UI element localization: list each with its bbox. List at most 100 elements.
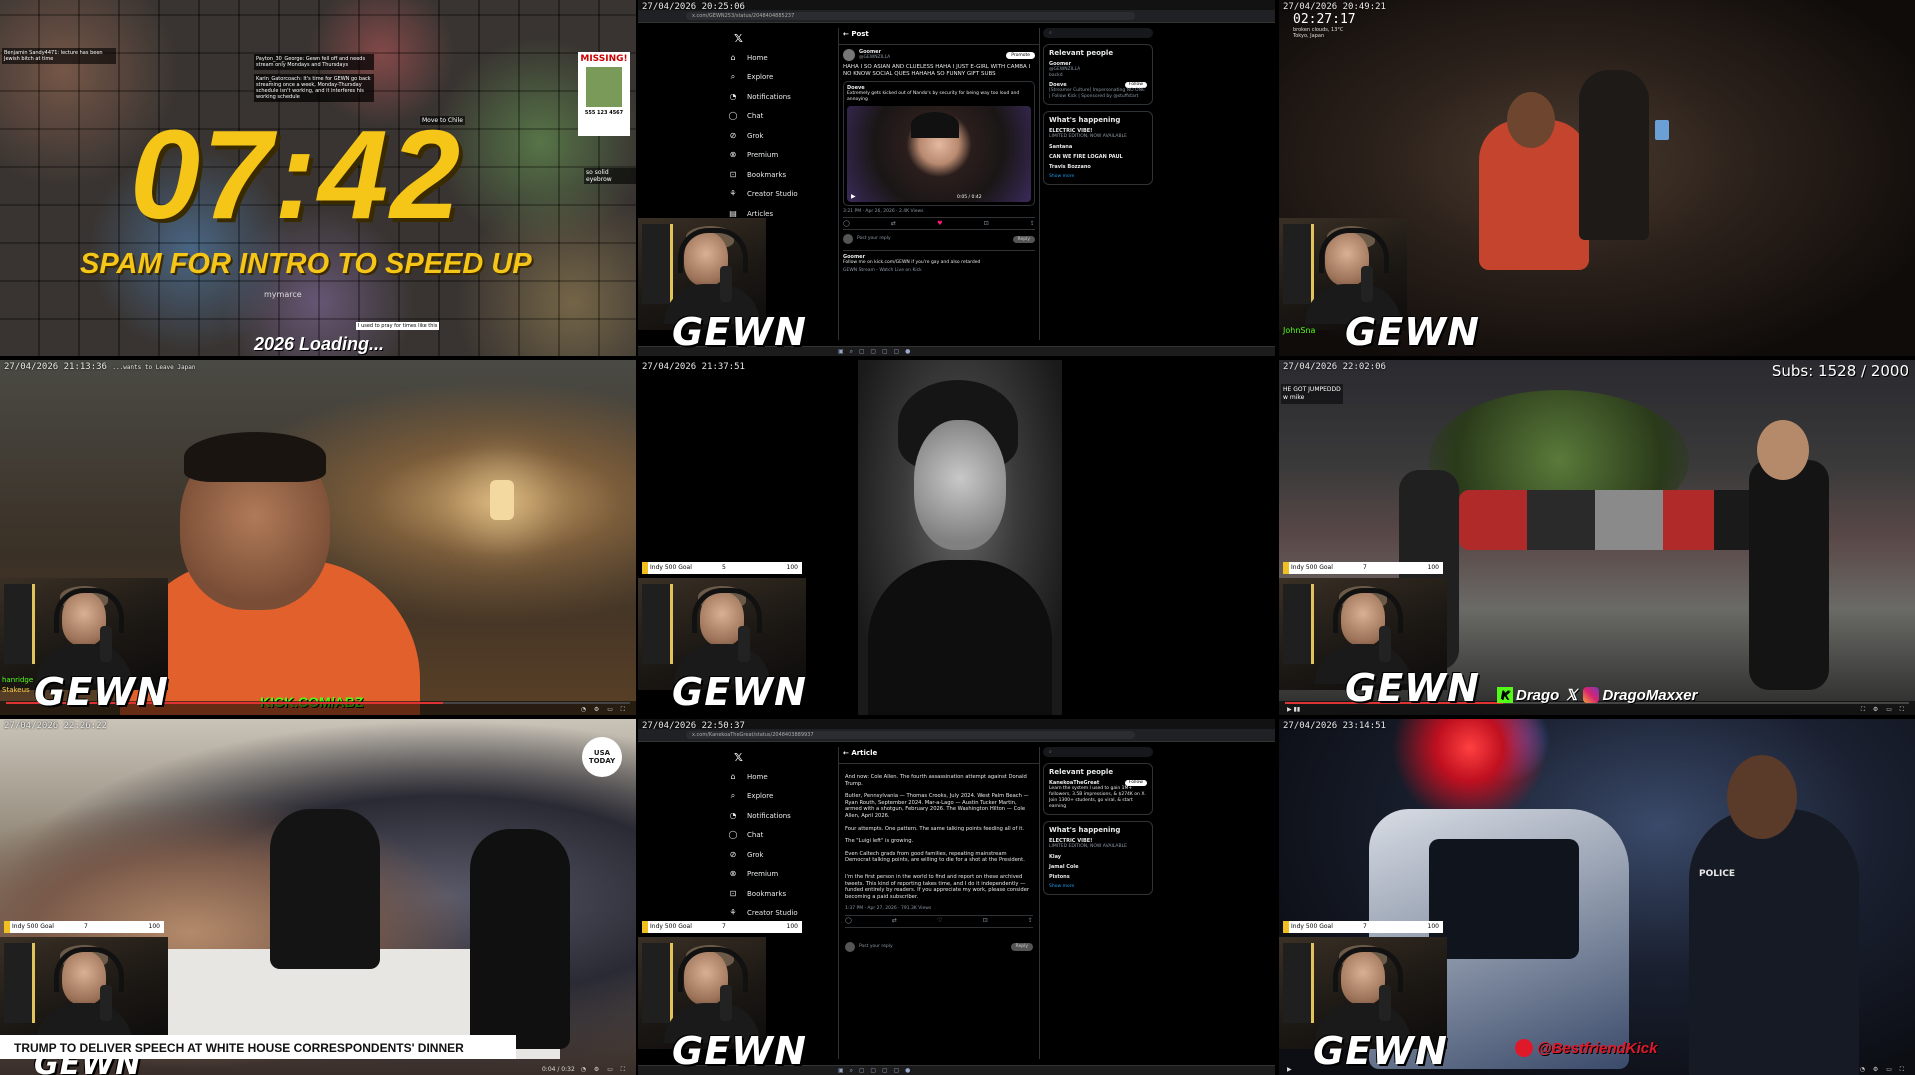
bookmark-icon: ⊡ [729, 888, 737, 898]
missing-poster: MISSING! 555 123 4567 [578, 52, 630, 136]
like-icon[interactable]: ♥ [937, 220, 942, 227]
tile-x-post: 27/04/2026 20:25:06 x.com/GEWN253/status… [638, 0, 1275, 356]
local-time: 02:27:17 [1293, 12, 1356, 27]
x-icon: 𝕏 [1565, 687, 1578, 704]
player-control-icons[interactable]: 0:04 / 0:32 ◔ ⚙ ▭ ⛶ [542, 1066, 628, 1074]
bookmark-icon[interactable]: ⊡ [983, 918, 988, 925]
search-input[interactable]: ⌕ [1043, 747, 1153, 757]
nav-item-home[interactable]: ⌂ Home [728, 48, 818, 68]
nav-item-explore[interactable]: ⌕ Explore [728, 68, 818, 88]
article-paragraph: The "Luigi left" is growing. [845, 838, 914, 845]
video-player[interactable]: ▶ 0:05 / 0:42 [847, 106, 1031, 202]
timestamp: 27/04/2026 22:50:37 [642, 721, 745, 731]
nav-item-explore[interactable]: ⌕ Explore [728, 787, 818, 807]
panel-heading: Relevant people [1049, 49, 1114, 57]
goal-max: 100 [786, 564, 798, 571]
show-more-link[interactable]: Show more [1049, 884, 1147, 890]
nav-item-chat[interactable]: ◯ Chat [728, 107, 818, 127]
player-control-icons[interactable]: ◔ ⚙ ▭ ⛶ [1860, 1066, 1907, 1074]
post-meta: 3:21 PM · Apr 26, 2026 · 2.4K Views [843, 209, 924, 214]
whats-happening-panel: What's happening ELECTRIC VIBE! LIMITED … [1043, 821, 1153, 895]
avatar[interactable] [843, 49, 855, 61]
quoted-post[interactable]: Doeve Extremely gets kicked out of Nando… [843, 81, 1035, 206]
chat-message: Payton_30_George: Gewn fell off and need… [254, 54, 374, 70]
tile-x-article: 27/04/2026 22:50:37 x.com/KanekoaTheGrea… [638, 719, 1275, 1075]
kick-handle: Drago [1516, 686, 1560, 704]
like-icon[interactable]: ♡ [937, 918, 942, 925]
collage-tag: mymarce [264, 290, 302, 299]
nav-item-premium[interactable]: ⊗ Premium [728, 146, 818, 166]
goal-label: Indy 500 Goal [1291, 923, 1333, 930]
search-input[interactable]: ⌕ [1043, 28, 1153, 38]
goal-max: 100 [1427, 923, 1439, 930]
play-icon[interactable]: ▶ [1287, 1066, 1292, 1073]
trend-item[interactable]: CAN WE FIRE LOGAN PAUL [1049, 154, 1147, 160]
share-icon[interactable]: ⇪ [1030, 220, 1035, 227]
nav-item-grok[interactable]: ⊘ Grok [728, 126, 818, 146]
trend-item[interactable]: Santana [1049, 144, 1147, 150]
bell-icon: ◔ [729, 91, 737, 101]
trend-item[interactable]: Jamal Cole [1049, 864, 1147, 870]
timestamp: 27/04/2026 23:14:51 [1283, 721, 1386, 731]
trend-item[interactable]: Travis Bozzano [1049, 164, 1147, 170]
reply-icon[interactable]: ◯ [845, 918, 852, 925]
subscribe-button[interactable]: Promote [1006, 51, 1035, 59]
player-control-icons[interactable]: ◔ ⚙ ▭ ⛶ [581, 706, 628, 714]
reply-composer: Post your reply Reply [845, 941, 1033, 952]
nav-item-notifications[interactable]: ◔ Notifications [728, 806, 818, 826]
nav-item-chat[interactable]: ◯ Chat [728, 826, 818, 846]
goal-label: Indy 500 Goal [1291, 564, 1333, 571]
reply-post[interactable]: Goomer Follow me on kick.com/GEWN if you… [843, 250, 1035, 274]
reply-input[interactable]: Post your reply [859, 944, 1011, 950]
nav-item-grok[interactable]: ⊘ Grok [728, 845, 818, 865]
person-right-head [1757, 420, 1809, 480]
goal-max: 100 [786, 923, 798, 930]
nav-item-home[interactable]: ⌂ Home [728, 767, 818, 787]
nav-item-creator-studio[interactable]: ⚘ Creator Studio [728, 185, 818, 205]
play-pause-icon[interactable]: ▶ ▮▮ [1287, 706, 1300, 713]
play-icon[interactable]: ▶ [851, 193, 856, 200]
reply-button[interactable]: Reply [1010, 942, 1033, 952]
post-column: ← Post Goomer @GEWNZILLA Promote HAHA I … [838, 28, 1040, 340]
url-field[interactable]: x.com/KanekoaTheGreat/status/20484038899… [686, 731, 1135, 739]
trend-item[interactable]: Klay [1049, 854, 1147, 860]
instagram-icon [1583, 687, 1600, 703]
url-field[interactable]: x.com/GEWN253/status/2048404885237 [686, 12, 1135, 20]
trend-item[interactable]: Pistons [1049, 874, 1147, 880]
reply-input[interactable]: Post your reply [857, 236, 1013, 242]
share-icon[interactable]: ⇪ [1028, 918, 1033, 925]
x-premium-icon: ⊗ [729, 150, 737, 160]
quote-text: Extremely gets kicked out of Nando's by … [847, 91, 1020, 102]
nav-item-bookmarks[interactable]: ⊡ Bookmarks [728, 165, 818, 185]
portrait-shirt [868, 560, 1052, 715]
collage-tag: I used to pray for times like this [356, 322, 440, 330]
post-actions: ◯ ⇄ ♡ ⊡ ⇪ [845, 915, 1033, 928]
back-arrow-icon[interactable]: ← [843, 30, 849, 38]
officer [1689, 809, 1859, 1075]
nav-item-premium[interactable]: ⊗ Premium [728, 865, 818, 885]
taskbar-icons[interactable]: ▣ ⌕ ▢ ▢ ▢ ▢ ● [838, 1067, 912, 1075]
reply-icon[interactable]: ◯ [843, 220, 850, 227]
social-handle-text: @BestfriendKick [1537, 1039, 1658, 1057]
nav-item-bookmarks[interactable]: ⊡ Bookmarks [728, 884, 818, 904]
goal-max: 100 [1427, 564, 1439, 571]
right-sidebar: ⌕ Relevant people KanekoaTheGreat Follow… [1043, 747, 1153, 901]
car-window [1429, 839, 1579, 959]
bookmark-icon[interactable]: ⊡ [984, 220, 989, 227]
repost-icon[interactable]: ⇄ [891, 220, 896, 227]
nav-item-notifications[interactable]: ◔ Notifications [728, 87, 818, 107]
taskbar-icons[interactable]: ▣ ⌕ ▢ ▢ ▢ ▢ ● [838, 348, 912, 356]
show-more-link[interactable]: Show more [1049, 174, 1147, 180]
goal-fill [642, 562, 648, 574]
panel-heading: What's happening [1049, 116, 1121, 124]
back-arrow-icon[interactable]: ← [843, 749, 849, 757]
sub-goal-bar: Indy 500 Goal 5 100 [642, 562, 802, 574]
tile-intro-collage: Benjamin Sandy4471: lecture has been Jew… [0, 0, 636, 356]
x-logo-icon[interactable]: 𝕏 [734, 751, 743, 764]
reply-button[interactable]: Reply [1012, 235, 1035, 243]
player-control-icons[interactable]: ⛶ ⚙ ▭ ⛶ [1861, 706, 1907, 714]
x-logo-icon[interactable]: 𝕏 [734, 32, 743, 45]
gewn-logo: GEWN [672, 670, 807, 714]
repost-icon[interactable]: ⇄ [892, 918, 897, 925]
reply-link-card[interactable]: GEWN Stream - Watch Live on Kick [843, 268, 1035, 274]
